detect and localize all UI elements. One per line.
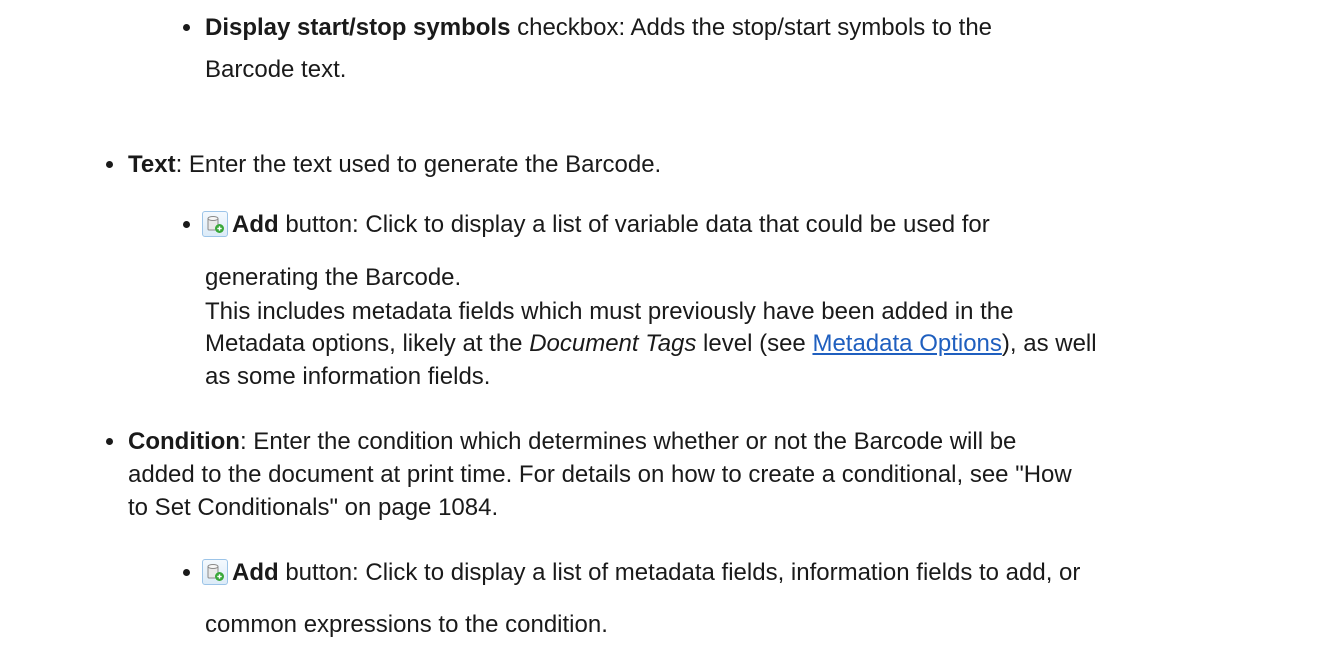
list-bullet [183, 221, 190, 228]
add-database-icon[interactable] [202, 211, 228, 237]
text-add-text-part: Metadata options, likely at the [205, 330, 530, 357]
text-add-text: button: Click to display a list of varia… [278, 211, 990, 238]
list-bullet [106, 438, 113, 445]
list-bullet [183, 24, 190, 31]
condition-add-label: Add [232, 559, 279, 586]
document-tags-text: Document Tags [529, 330, 697, 357]
list-bullet [183, 569, 190, 576]
condition-text: : Enter the condition which determines w… [239, 428, 1017, 455]
text-item: Text: Enter the text used to generate th… [128, 151, 661, 179]
text-add-text-part: ), as well [1001, 330, 1097, 357]
condition-text-cont: added to the document at print time. For… [128, 461, 1072, 488]
text-add-text-cont: Metadata options, likely at the Document… [205, 330, 1097, 358]
text-add-text-cont: This includes metadata fields which must… [205, 298, 1014, 325]
condition-item: Condition: Enter the condition which det… [128, 428, 1016, 456]
text-add-item: Add button: Click to display a list of v… [232, 211, 990, 239]
condition-add-item: Add button: Click to display a list of m… [232, 559, 1080, 587]
list-bullet [106, 161, 113, 168]
add-database-icon[interactable] [202, 559, 228, 585]
condition-add-text-cont: common expressions to the condition. [205, 611, 608, 638]
text-add-text-part: level (see [696, 330, 813, 357]
metadata-options-link[interactable]: Metadata Options [812, 330, 1001, 357]
display-start-stop-label: Display start/stop symbols [205, 14, 511, 41]
condition-label: Condition [128, 428, 240, 455]
display-start-stop-text-cont: Barcode text. [205, 56, 347, 83]
text-add-text-cont: as some information fields. [205, 363, 491, 390]
condition-text-cont: to Set Conditionals" on page 1084. [128, 494, 499, 521]
text-desc: : Enter the text used to generate the Ba… [175, 151, 662, 178]
text-add-label: Add [232, 211, 279, 238]
condition-add-text: button: Click to display a list of metad… [278, 559, 1081, 586]
text-label: Text [128, 151, 176, 178]
display-start-stop-text: checkbox: Adds the stop/start symbols to… [510, 14, 993, 41]
text-add-text-cont: generating the Barcode. [205, 264, 462, 291]
display-start-stop-item: Display start/stop symbols checkbox: Add… [205, 14, 992, 42]
